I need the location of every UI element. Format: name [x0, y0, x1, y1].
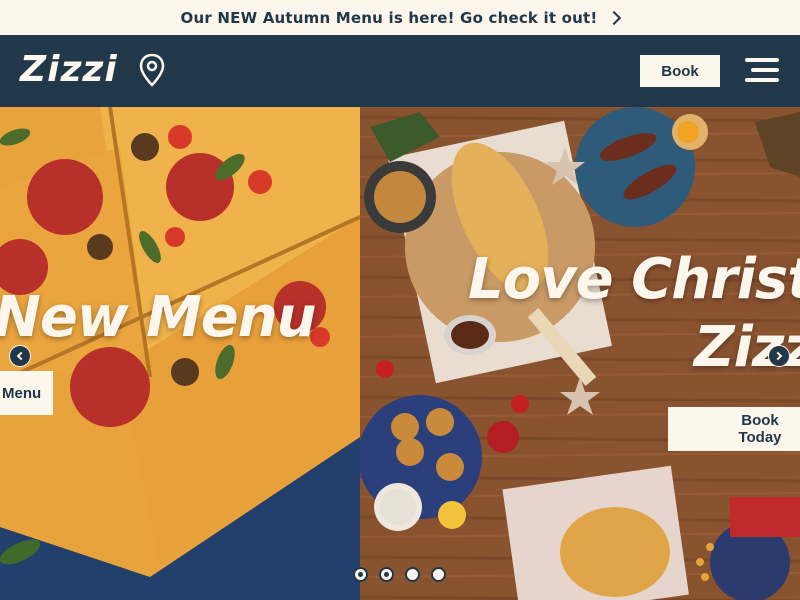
slide-new-menu: New Menu Menu	[0, 107, 360, 600]
carousel-dot[interactable]	[353, 567, 368, 582]
site-header: Zizzi Book	[0, 35, 800, 107]
hamburger-menu-icon[interactable]	[745, 58, 779, 84]
slide-title: New Menu	[0, 285, 317, 350]
chevron-left-icon[interactable]	[9, 345, 31, 367]
slide-love-christmas: Love Christ Zizzi Book Today	[360, 107, 800, 600]
pizza-image	[0, 107, 360, 600]
slide-title-line1: Love Christ	[468, 247, 800, 312]
promo-banner[interactable]: Our NEW Autumn Menu is here! Go check it…	[0, 0, 800, 35]
book-button[interactable]: Book	[640, 55, 720, 87]
menu-button[interactable]: Menu	[0, 371, 53, 415]
carousel-dot[interactable]	[431, 567, 446, 582]
chevron-right-icon[interactable]	[607, 10, 622, 25]
carousel-dots	[353, 567, 457, 582]
promo-text[interactable]: Our NEW Autumn Menu is here! Go check it…	[181, 9, 598, 27]
carousel-dot[interactable]	[405, 567, 420, 582]
carousel-dot[interactable]	[379, 567, 394, 582]
chevron-right-icon[interactable]	[768, 345, 790, 367]
hero-carousel: New Menu Menu Love Christ Ziz Book Today	[0, 107, 800, 600]
logo[interactable]: Zizzi	[20, 49, 118, 90]
book-today-button[interactable]: Book Today	[668, 407, 800, 451]
map-pin-icon[interactable]	[138, 53, 166, 87]
